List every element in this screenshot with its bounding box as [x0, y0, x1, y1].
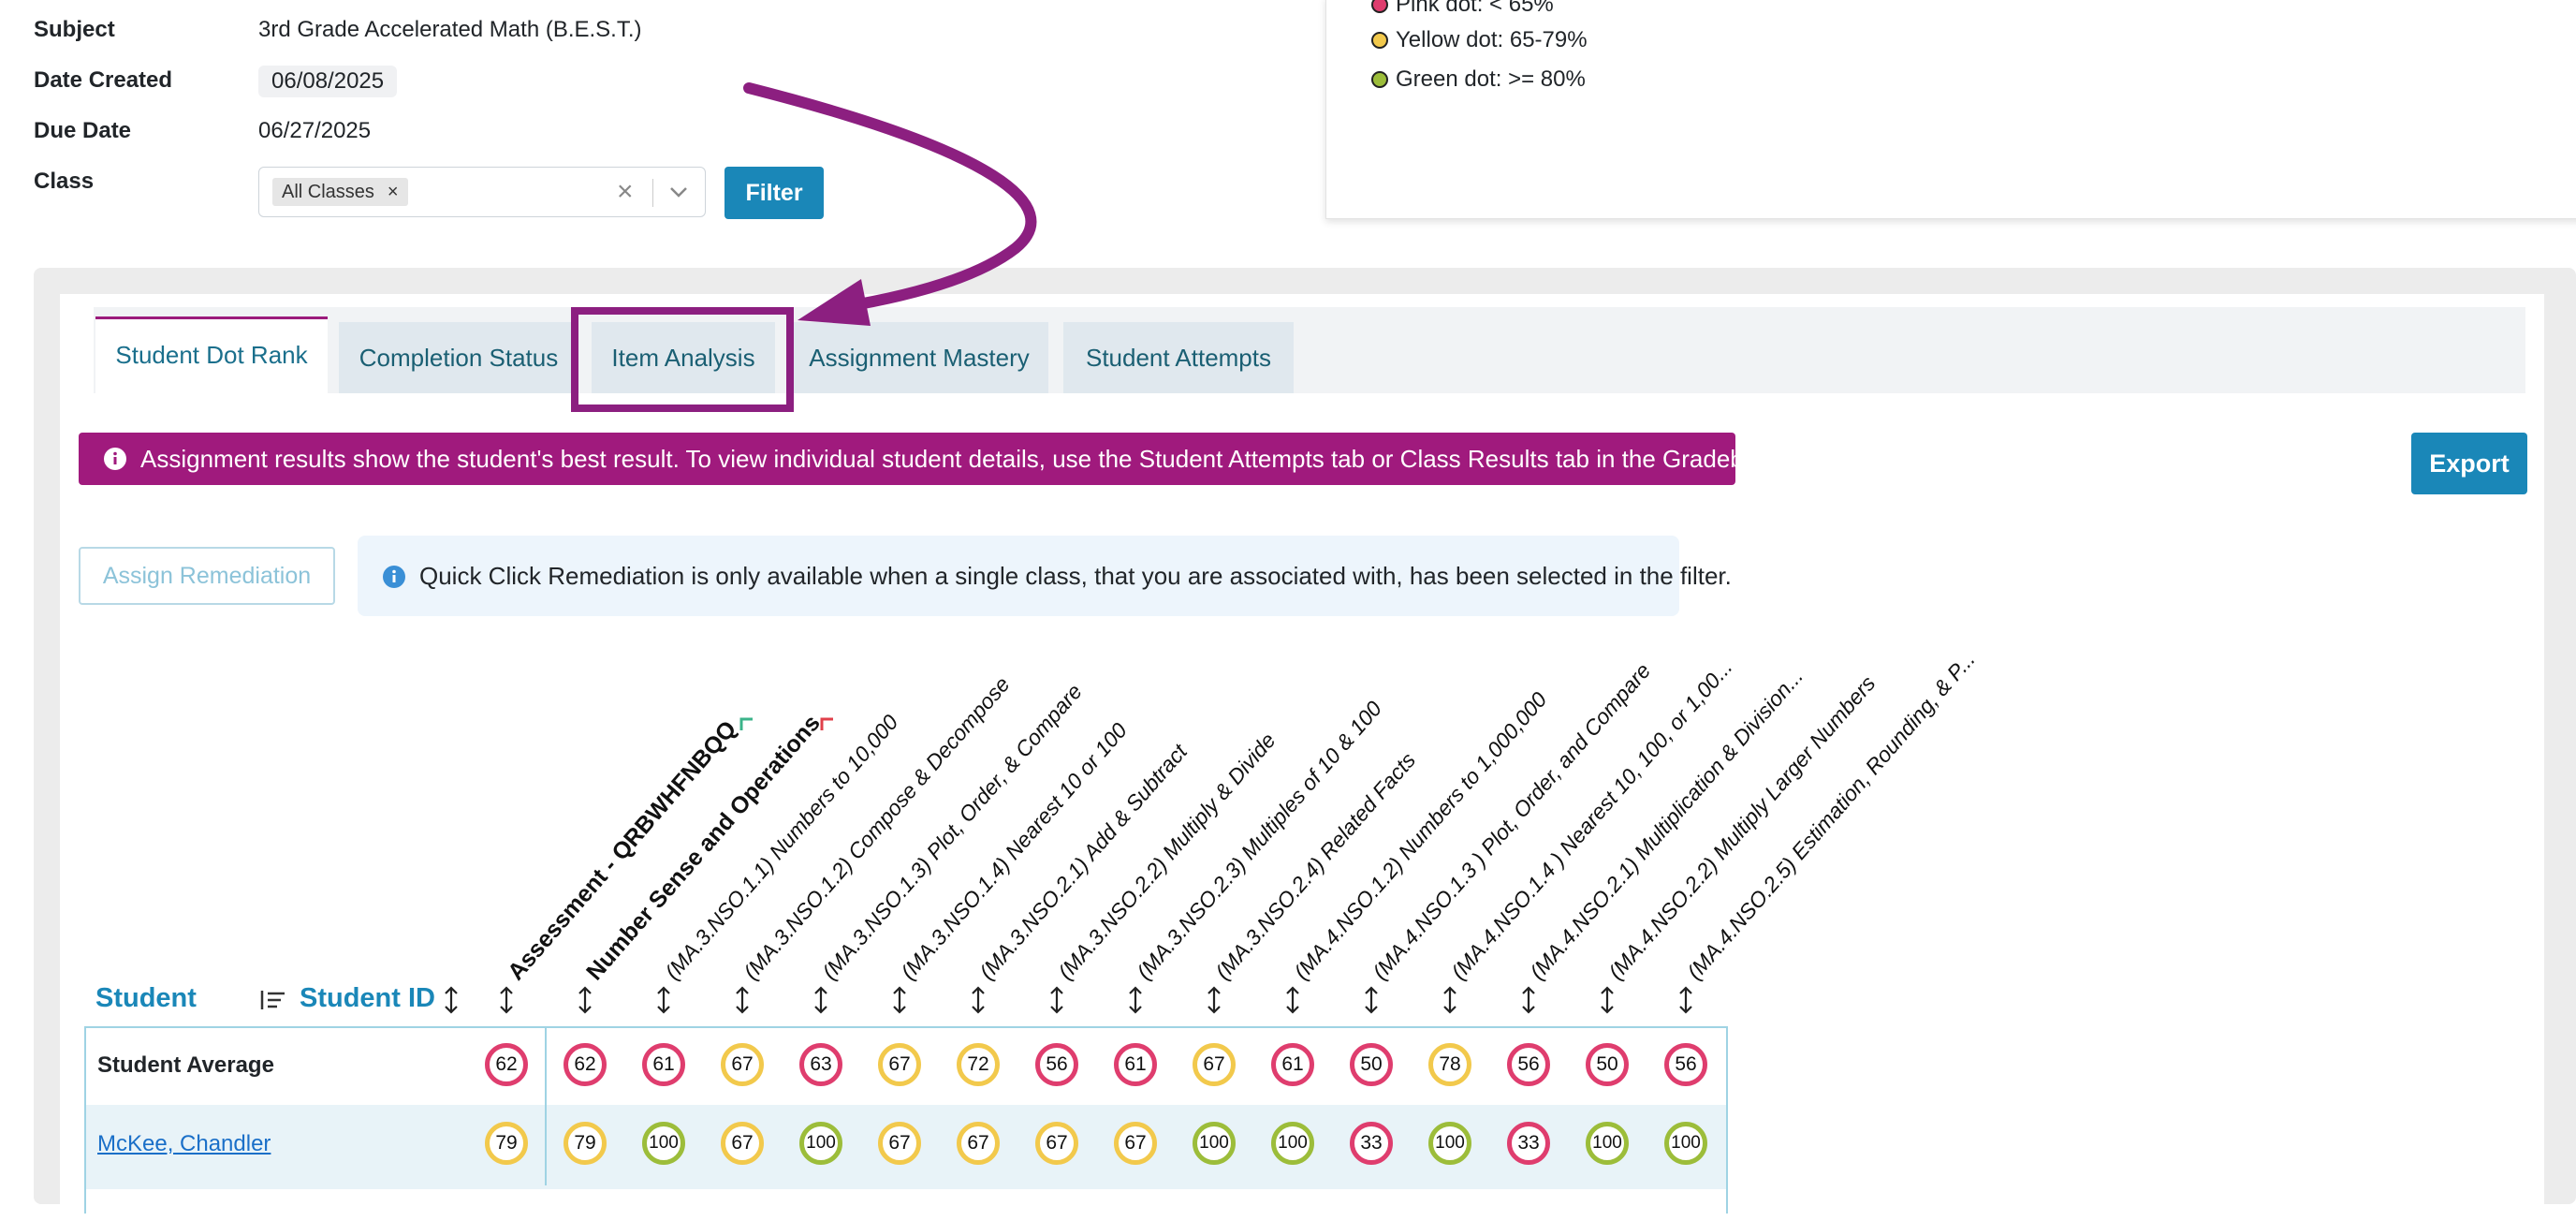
chip-remove-icon[interactable]: × [388, 182, 399, 202]
score-dot[interactable]: 100 [1428, 1122, 1471, 1165]
score-dot[interactable]: 78 [1428, 1043, 1471, 1086]
pink-dot-icon [1371, 0, 1388, 13]
class-label: Class [34, 169, 95, 194]
score-dot[interactable]: 61 [1114, 1043, 1157, 1086]
score-dot[interactable]: 67 [1193, 1043, 1236, 1086]
score-dot[interactable]: 67 [1114, 1122, 1157, 1165]
sort-icon-12[interactable] [1441, 985, 1459, 1015]
score-dot[interactable]: 62 [564, 1043, 607, 1086]
best-result-alert: Assignment results show the student's be… [79, 433, 1790, 485]
sort-icon-5[interactable] [890, 985, 909, 1015]
score-dot[interactable]: 67 [878, 1122, 921, 1165]
sort-icon-10[interactable] [1283, 985, 1302, 1015]
score-dot[interactable]: 100 [642, 1122, 685, 1165]
score-dot[interactable]: 61 [1271, 1043, 1314, 1086]
score-dot[interactable]: 79 [564, 1122, 607, 1165]
class-chip: All Classes × [272, 178, 408, 206]
score-dot[interactable]: 100 [1193, 1122, 1236, 1165]
score-dot[interactable]: 67 [957, 1122, 1000, 1165]
score-dot[interactable]: 79 [485, 1122, 528, 1165]
select-separator [652, 179, 653, 207]
red-flag-icon [820, 717, 833, 730]
tab-completion-status[interactable]: Completion Status [339, 322, 578, 393]
filter-button[interactable]: Filter [724, 167, 824, 219]
sort-icon-11[interactable] [1362, 985, 1381, 1015]
green-dot-icon [1371, 71, 1388, 88]
subject-value: 3rd Grade Accelerated Math (B.E.S.T.) [258, 17, 642, 42]
tab-student-dot-rank[interactable]: Student Dot Rank [95, 316, 328, 398]
sort-icon-15[interactable] [1676, 985, 1695, 1015]
legend-card: Pink dot: < 65% Yellow dot: 65-79% Green… [1325, 0, 2576, 219]
score-dot[interactable]: 56 [1035, 1043, 1078, 1086]
score-dot[interactable]: 67 [721, 1122, 764, 1165]
due-date-label: Due Date [34, 118, 132, 143]
student-id-column-header[interactable]: Student ID [300, 983, 435, 1014]
class-chip-label: All Classes [282, 182, 374, 202]
student-name-link[interactable]: McKee, Chandler [97, 1131, 271, 1157]
score-dot[interactable]: 67 [1035, 1122, 1078, 1165]
student-column-header[interactable]: Student [95, 983, 197, 1014]
student-id-sort-icon[interactable] [442, 985, 461, 1015]
score-dot[interactable]: 100 [1664, 1122, 1707, 1165]
sort-icon-7[interactable] [1047, 985, 1066, 1015]
sort-icon-0[interactable] [497, 985, 516, 1015]
clear-icon[interactable]: × [617, 177, 634, 207]
sort-icon-6[interactable] [969, 985, 988, 1015]
sort-icon-3[interactable] [733, 985, 752, 1015]
score-dot[interactable]: 61 [642, 1043, 685, 1086]
score-dot[interactable]: 56 [1664, 1043, 1707, 1086]
legend-green: Green dot: >= 80% [1371, 66, 1586, 93]
sort-icon-4[interactable] [812, 985, 830, 1015]
tab-bar: Student Dot Rank Completion Status Item … [94, 307, 2525, 398]
sort-lines-icon[interactable] [260, 989, 286, 1011]
table-column-separator [545, 1026, 547, 1185]
sort-icon-1[interactable] [576, 985, 594, 1015]
yellow-dot-icon [1371, 32, 1388, 49]
legend-pink: Pink dot: < 65% [1371, 0, 1554, 18]
legend-yellow-text: Yellow dot: 65-79% [1396, 27, 1588, 52]
green-flag-icon [739, 717, 753, 730]
item-analysis-highlight [571, 307, 794, 412]
assign-remediation-button[interactable]: Assign Remediation [79, 547, 335, 605]
export-button[interactable]: Export [2411, 433, 2527, 494]
class-select[interactable]: All Classes × × [258, 167, 706, 217]
sort-icon-9[interactable] [1205, 985, 1223, 1015]
legend-green-text: Green dot: >= 80% [1396, 66, 1586, 92]
info-icon [383, 566, 405, 588]
score-dot[interactable]: 100 [1586, 1122, 1629, 1165]
due-date-value: 06/27/2025 [258, 118, 372, 143]
score-dot[interactable]: 100 [799, 1122, 842, 1165]
alert-text: Assignment results show the student's be… [140, 445, 1790, 473]
score-dot[interactable]: 67 [878, 1043, 921, 1086]
score-dot[interactable]: 33 [1350, 1122, 1393, 1165]
student-average-label: Student Average [97, 1052, 274, 1078]
tab-student-attempts[interactable]: Student Attempts [1063, 322, 1294, 393]
sort-icon-8[interactable] [1126, 985, 1145, 1015]
sort-icon-14[interactable] [1598, 985, 1617, 1015]
legend-yellow: Yellow dot: 65-79% [1371, 27, 1588, 53]
date-created-value: 06/08/2025 [258, 66, 398, 97]
info-icon [104, 448, 126, 470]
score-dot[interactable]: 62 [485, 1043, 528, 1086]
sort-icon-2[interactable] [654, 985, 673, 1015]
remediation-info-text: Quick Click Remediation is only availabl… [419, 562, 1732, 590]
subject-label: Subject [34, 17, 115, 42]
legend-pink-text: Pink dot: < 65% [1396, 0, 1554, 17]
score-dot[interactable]: 56 [1507, 1043, 1550, 1086]
score-dot[interactable]: 67 [721, 1043, 764, 1086]
sort-icon-13[interactable] [1519, 985, 1538, 1015]
chevron-down-icon[interactable] [666, 177, 692, 207]
score-dot[interactable]: 33 [1507, 1122, 1550, 1165]
date-created-label: Date Created [34, 67, 173, 93]
score-dot[interactable]: 50 [1350, 1043, 1393, 1086]
score-dot[interactable]: 100 [1271, 1122, 1314, 1165]
remediation-info: Quick Click Remediation is only availabl… [358, 536, 1732, 616]
tab-assignment-mastery[interactable]: Assignment Mastery [790, 322, 1048, 393]
score-dot[interactable]: 63 [799, 1043, 842, 1086]
score-dot[interactable]: 72 [957, 1043, 1000, 1086]
score-dot[interactable]: 50 [1586, 1043, 1629, 1086]
